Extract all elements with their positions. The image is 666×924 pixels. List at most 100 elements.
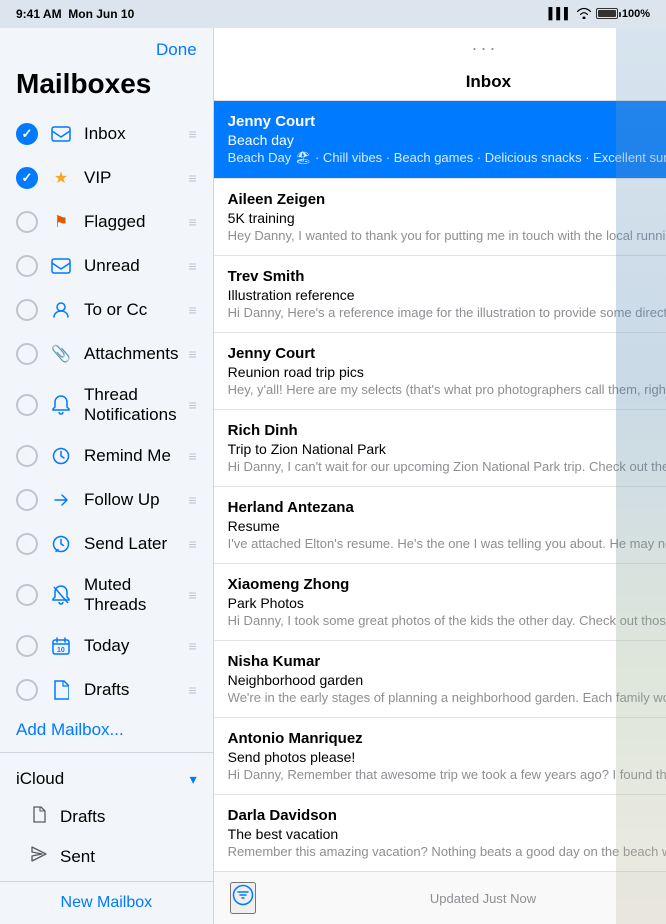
email-sender: Herland Antezana	[228, 499, 354, 516]
email-sender: Rich Dinh	[228, 422, 298, 439]
email-subject: 5K training	[228, 210, 666, 226]
email-item[interactable]: Xiaomeng Zhong 4/27/24 📎 › Park Photos H…	[214, 564, 666, 641]
mailbox-item-flagged[interactable]: ⚑ Flagged ≡	[0, 200, 213, 244]
filter-button[interactable]	[230, 882, 256, 914]
flagged-label: Flagged	[84, 212, 179, 232]
mailbox-item-thread-notifications[interactable]: Thread Notifications ≡	[0, 376, 213, 434]
attachments-reorder: ≡	[189, 346, 197, 362]
email-subject: Park Photos	[228, 595, 666, 611]
wifi-icon	[576, 7, 592, 22]
mailbox-item-send-later[interactable]: Send Later ≡	[0, 522, 213, 566]
mailbox-item-vip[interactable]: ★ VIP ≡	[0, 156, 213, 200]
add-mailbox-button[interactable]: Add Mailbox...	[0, 712, 140, 752]
email-item[interactable]: Antonio Manriquez 4/22/24 📎 › Send photo…	[214, 718, 666, 795]
email-item[interactable]: Nisha Kumar 4/27/24 › Neighborhood garde…	[214, 641, 666, 718]
email-item[interactable]: Jenny Court 5/2/24 📎 › Reunion road trip…	[214, 333, 666, 410]
vip-label: VIP	[84, 168, 179, 188]
vip-icon: ★	[48, 165, 74, 191]
email-preview: Remember this amazing vacation? Nothing …	[228, 844, 666, 859]
mailbox-item-inbox[interactable]: Inbox ≡	[0, 112, 213, 156]
app-container: Done Mailboxes Inbox ≡ ★ VIP	[0, 28, 666, 924]
mailbox-item-remind-me[interactable]: Remind Me ≡	[0, 434, 213, 478]
vip-checkbox[interactable]	[16, 167, 38, 189]
drafts-checkbox[interactable]	[16, 679, 38, 701]
left-header: Done	[0, 28, 213, 68]
unread-icon	[48, 253, 74, 279]
email-item[interactable]: Rich Dinh 4/28/24 › Trip to Zion Nationa…	[214, 410, 666, 487]
email-preview: Beach Day 🏖 · Chill vibes · Beach games …	[228, 150, 666, 166]
follow-up-label: Follow Up	[84, 490, 179, 510]
thread-checkbox[interactable]	[16, 394, 38, 416]
email-item[interactable]: Aileen Zeigen 5/4/24 📎 › 5K training Hey…	[214, 179, 666, 256]
unread-reorder: ≡	[189, 258, 197, 274]
muted-reorder: ≡	[189, 587, 197, 603]
follow-checkbox[interactable]	[16, 489, 38, 511]
mailbox-item-attachments[interactable]: 📎 Attachments ≡	[0, 332, 213, 376]
mailbox-item-drafts[interactable]: Drafts ≡	[0, 668, 213, 712]
to-cc-icon	[48, 297, 74, 323]
icloud-section: iCloud ▾ Drafts	[0, 752, 213, 881]
done-button[interactable]: Done	[156, 40, 197, 60]
send-later-checkbox[interactable]	[16, 533, 38, 555]
icloud-sent-label: Sent	[60, 847, 95, 867]
to-cc-label: To or Cc	[84, 300, 179, 320]
remind-me-label: Remind Me	[84, 446, 179, 466]
today-checkbox[interactable]	[16, 635, 38, 657]
new-mailbox-button[interactable]: New Mailbox	[61, 894, 153, 912]
today-icon: 10	[48, 633, 74, 659]
inbox-reorder: ≡	[189, 126, 197, 142]
updated-status: Updated Just Now	[430, 891, 536, 906]
email-subject: Illustration reference	[228, 287, 666, 303]
icloud-item-drafts[interactable]: Drafts	[0, 797, 213, 837]
email-sender: Xiaomeng Zhong	[228, 576, 350, 593]
thread-notifications-icon	[48, 392, 74, 418]
icloud-title: iCloud	[16, 769, 64, 789]
thread-notifications-label: Thread Notifications	[84, 385, 179, 425]
attachments-checkbox[interactable]	[16, 343, 38, 365]
today-label: Today	[84, 636, 179, 656]
unread-label: Unread	[84, 256, 179, 276]
drafts-icon	[48, 677, 74, 703]
battery-percent: 100%	[622, 8, 650, 20]
icloud-sent-icon	[28, 846, 50, 867]
email-preview: Hey Danny, I wanted to thank you for put…	[228, 228, 666, 243]
flagged-reorder: ≡	[189, 214, 197, 230]
flagged-checkbox[interactable]	[16, 211, 38, 233]
email-preview: Hey, y'all! Here are my selects (that's …	[228, 382, 666, 397]
to-cc-reorder: ≡	[189, 302, 197, 318]
email-sender: Trev Smith	[228, 268, 305, 285]
email-subject: Resume	[228, 518, 666, 534]
inbox-checkbox[interactable]	[16, 123, 38, 145]
inbox-icon	[48, 121, 74, 147]
email-item[interactable]: Herland Antezana 4/28/24 📎 › Resume I've…	[214, 487, 666, 564]
icloud-item-sent[interactable]: Sent	[0, 837, 213, 876]
icloud-chevron-icon: ▾	[190, 771, 197, 788]
to-cc-checkbox[interactable]	[16, 299, 38, 321]
mailbox-item-muted[interactable]: Muted Threads ≡	[0, 566, 213, 624]
muted-threads-label: Muted Threads	[84, 575, 179, 615]
email-preview: We're in the early stages of planning a …	[228, 690, 666, 705]
icloud-drafts-label: Drafts	[60, 807, 105, 827]
thread-notifications-reorder: ≡	[189, 397, 197, 413]
email-item[interactable]: Trev Smith 5/3/24 📎 › Illustration refer…	[214, 256, 666, 333]
email-sender: Antonio Manriquez	[228, 730, 363, 747]
mailbox-item-today[interactable]: 10 Today ≡	[0, 624, 213, 668]
drafts-reorder: ≡	[189, 682, 197, 698]
remind-me-icon	[48, 443, 74, 469]
muted-checkbox[interactable]	[16, 584, 38, 606]
unread-checkbox[interactable]	[16, 255, 38, 277]
mailbox-item-unread[interactable]: Unread ≡	[0, 244, 213, 288]
mailbox-item-follow-up[interactable]: Follow Up ≡	[0, 478, 213, 522]
inbox-header: Inbox Edit	[214, 64, 666, 101]
icloud-header[interactable]: iCloud ▾	[0, 761, 213, 797]
send-later-icon	[48, 531, 74, 557]
remind-checkbox[interactable]	[16, 445, 38, 467]
send-later-label: Send Later	[84, 534, 179, 554]
mailbox-item-to-cc[interactable]: To or Cc ≡	[0, 288, 213, 332]
email-item[interactable]: Jenny Court 5/5/24 📎 › Beach day Beach D…	[214, 101, 666, 179]
email-subject: Reunion road trip pics	[228, 364, 666, 380]
left-panel: Done Mailboxes Inbox ≡ ★ VIP	[0, 28, 214, 924]
icloud-drafts-icon	[28, 806, 50, 828]
left-bottom-bar: New Mailbox	[0, 881, 213, 924]
email-item[interactable]: Darla Davidson 4/17/24 📎 › The best vaca…	[214, 795, 666, 871]
